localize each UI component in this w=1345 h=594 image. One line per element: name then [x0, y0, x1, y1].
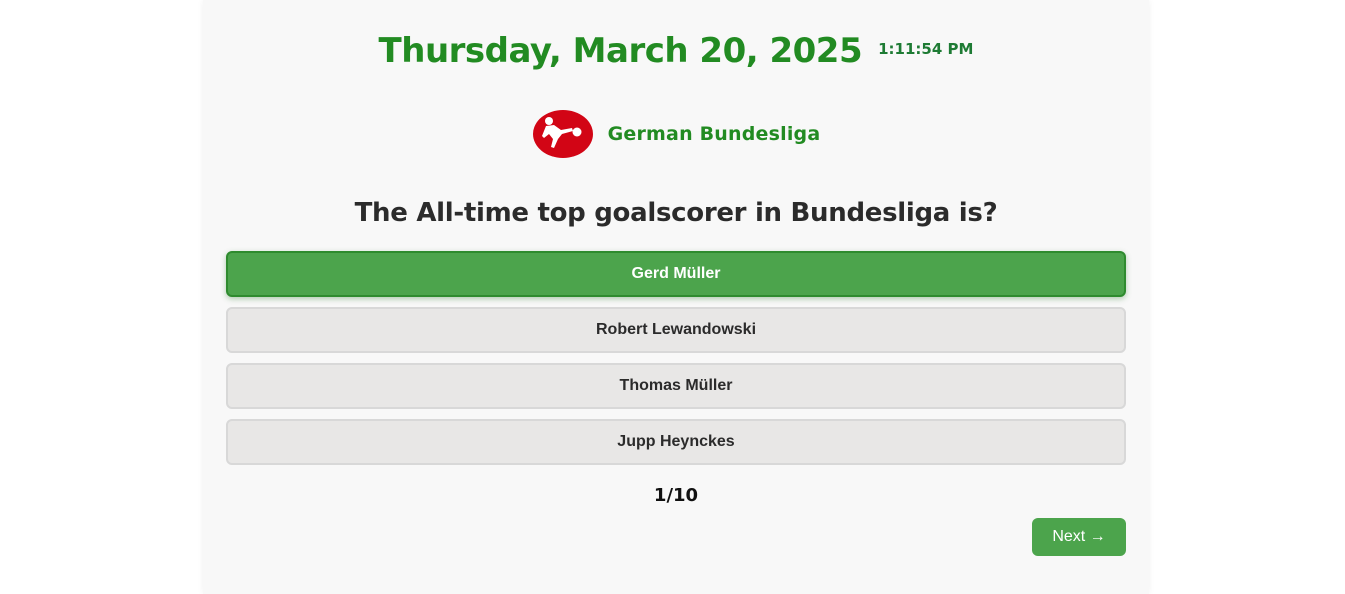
question-text: The All-time top goalscorer in Bundeslig…: [354, 198, 998, 228]
league-name: German Bundesliga: [607, 123, 821, 145]
answer-options: Gerd Müller Robert Lewandowski Thomas Mü…: [226, 251, 1126, 475]
answer-option[interactable]: Robert Lewandowski: [226, 307, 1126, 353]
question-progress: 1/10: [653, 485, 699, 506]
quiz-card: Thursday, March 20, 2025 1:11:54 PM Germ…: [203, 0, 1149, 594]
current-time: 1:11:54 PM: [878, 40, 974, 58]
answer-option[interactable]: Thomas Müller: [226, 363, 1126, 409]
current-date: Thursday, March 20, 2025: [378, 31, 863, 71]
answer-option[interactable]: Jupp Heynckes: [226, 419, 1126, 465]
header: Thursday, March 20, 2025 1:11:54 PM: [203, 28, 1149, 74]
bundesliga-logo-icon: [532, 110, 593, 158]
answer-option[interactable]: Gerd Müller: [226, 251, 1126, 297]
next-button[interactable]: Next →: [1032, 518, 1126, 556]
league-banner: German Bundesliga: [203, 108, 1149, 160]
